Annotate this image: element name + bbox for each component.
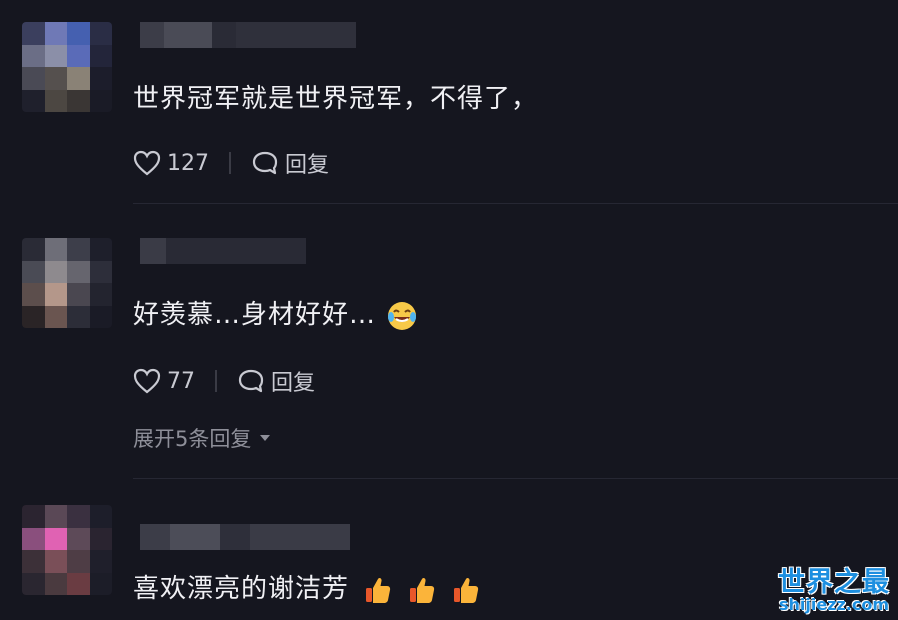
expand-replies-button[interactable]: 展开5条回复 <box>133 423 271 453</box>
comment-actions: 77 回复 <box>133 365 315 397</box>
watermark-title: 世界之最 <box>778 567 890 598</box>
reply-button[interactable]: 回复 <box>251 147 329 179</box>
chat-bubble-icon <box>238 369 264 393</box>
chat-bubble-icon <box>252 151 278 175</box>
thumbs-up-icon <box>410 577 435 603</box>
comment-divider <box>133 478 898 479</box>
like-count: 127 <box>167 150 209 176</box>
username-blurred[interactable] <box>140 238 306 264</box>
divider <box>215 370 217 392</box>
thumbs-up-icon <box>454 577 479 603</box>
avatar[interactable] <box>22 22 112 112</box>
like-button[interactable]: 77 <box>133 368 195 394</box>
reply-label: 回复 <box>271 371 316 396</box>
watermark-url: shijiezz.com <box>778 595 890 614</box>
caret-down-icon <box>260 435 271 441</box>
expand-replies-label: 展开5条回复 <box>133 427 252 451</box>
reply-label: 回复 <box>285 153 330 178</box>
watermark: 世界之最 shijiezz.com <box>778 560 890 614</box>
avatar[interactable] <box>22 238 112 328</box>
comment-text: 喜欢漂亮的谢洁芳 <box>133 568 481 605</box>
laugh-cry-emoji-icon <box>388 301 417 330</box>
thumbs-up-icon <box>366 577 391 603</box>
username-blurred[interactable] <box>140 22 356 48</box>
comment-divider <box>133 203 898 204</box>
comment-actions: 127 回复 <box>133 147 329 179</box>
username-blurred[interactable] <box>140 524 350 550</box>
divider <box>229 152 231 174</box>
heart-icon <box>133 368 161 394</box>
heart-icon <box>133 150 161 176</box>
comment-text: 世界冠军就是世界冠军，不得了， <box>133 84 539 114</box>
avatar[interactable] <box>22 505 112 595</box>
reply-button[interactable]: 回复 <box>237 365 315 397</box>
comment-text: 好羡慕…身材好好… <box>133 294 418 332</box>
like-count: 77 <box>167 368 195 394</box>
like-button[interactable]: 127 <box>133 150 209 176</box>
